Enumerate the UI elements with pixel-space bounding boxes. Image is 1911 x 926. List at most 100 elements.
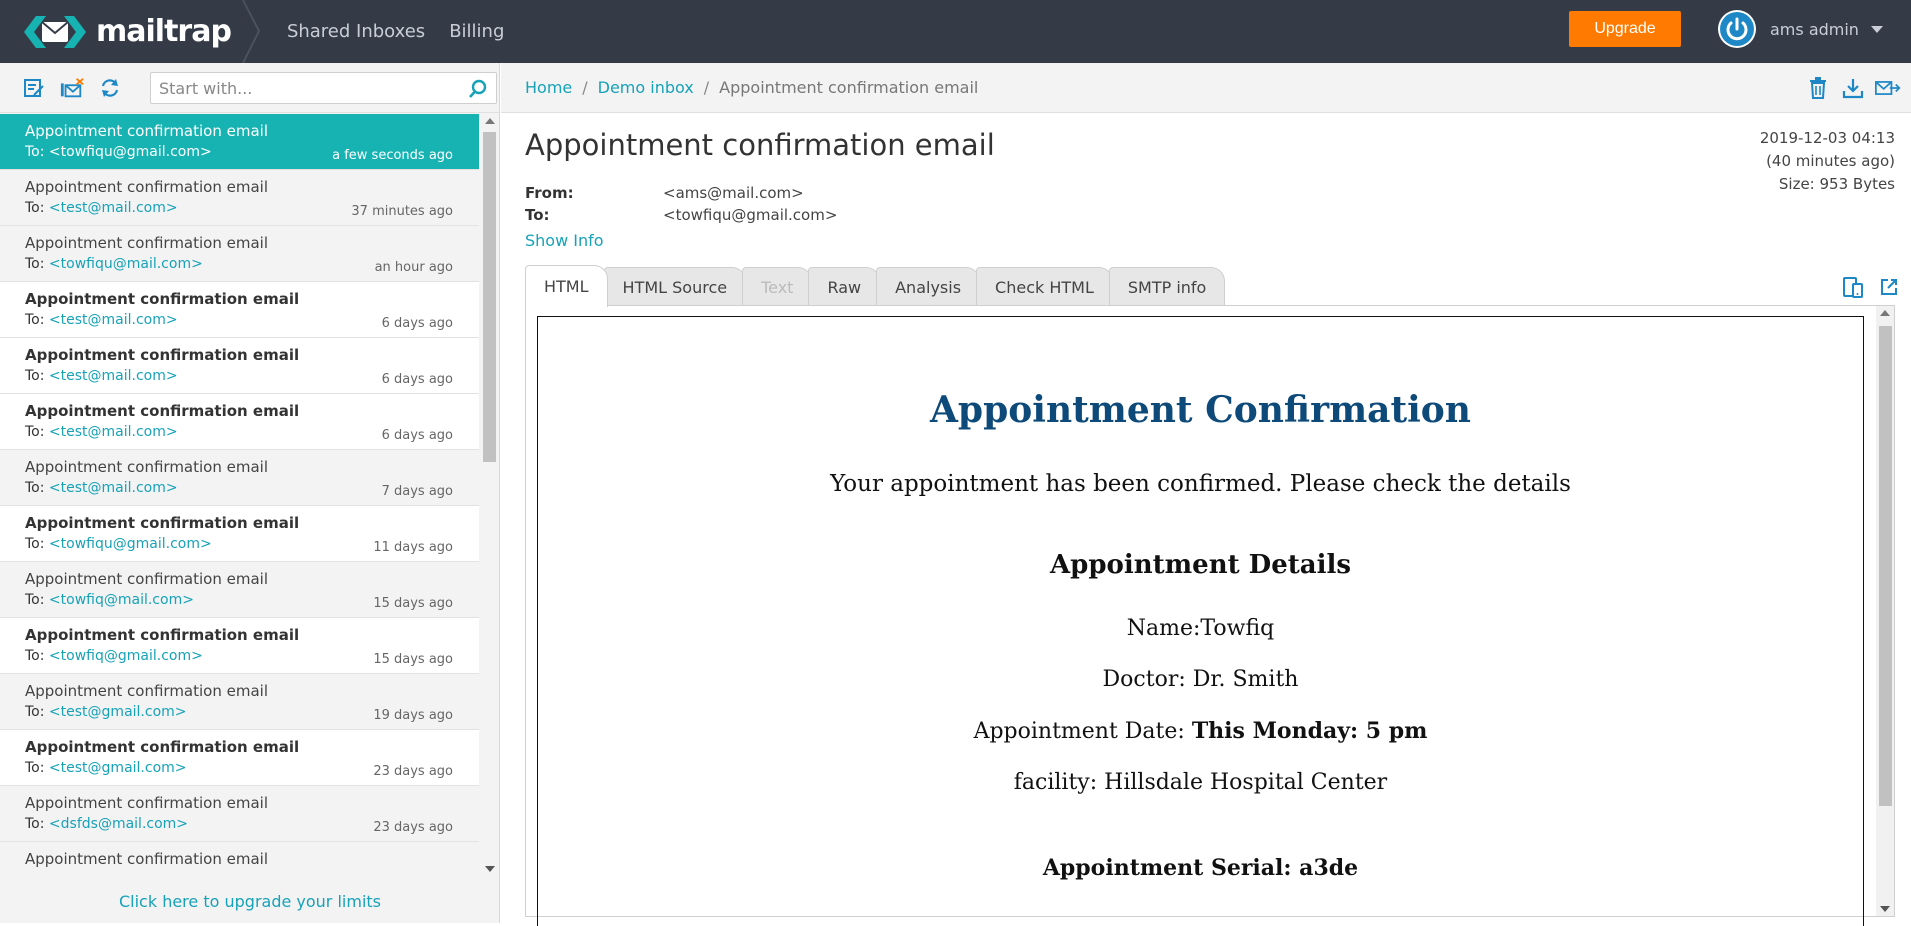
message-subject: Appointment confirmation email	[25, 402, 300, 420]
message-item[interactable]: Appointment confirmation email To: <test@…	[0, 450, 479, 506]
to-value: <towfiqu@gmail.com>	[663, 206, 838, 224]
edit-inbox-icon[interactable]	[22, 76, 46, 100]
user-menu[interactable]: ams admin	[1718, 10, 1883, 48]
preview-title: Appointment Confirmation	[930, 389, 1471, 431]
tab-raw[interactable]: Raw	[808, 267, 881, 307]
forward-icon[interactable]	[1875, 75, 1901, 101]
scrollbar-thumb[interactable]	[483, 132, 496, 462]
tab-smtp-info[interactable]: SMTP info	[1108, 267, 1226, 307]
nav-shared-inboxes[interactable]: Shared Inboxes	[287, 21, 425, 42]
search-input[interactable]	[151, 73, 451, 103]
message-item[interactable]: Appointment confirmation email To: <towfi…	[0, 562, 479, 618]
message-actions	[1796, 75, 1901, 101]
preview-intro: Your appointment has been confirmed. Ple…	[830, 471, 1571, 497]
search-icon[interactable]	[468, 79, 488, 103]
upgrade-button[interactable]: Upgrade	[1569, 11, 1681, 47]
message-to-address: <test@mail.com>	[48, 424, 178, 440]
html-preview: Appointment Confirmation Your appointmen…	[525, 305, 1895, 926]
upgrade-limits-link[interactable]: Click here to upgrade your limits	[0, 892, 500, 911]
message-item[interactable]: Appointment confirmation email To: <towfi…	[0, 226, 479, 282]
message-to-label: To:	[25, 200, 45, 216]
breadcrumb-home[interactable]: Home	[525, 78, 572, 97]
message-item[interactable]: Appointment confirmation email	[0, 842, 479, 876]
open-new-window-icon[interactable]	[1877, 275, 1901, 299]
message-item[interactable]: Appointment confirmation email To: <test@…	[0, 338, 479, 394]
show-info-link[interactable]: Show Info	[525, 231, 604, 250]
download-icon[interactable]	[1840, 75, 1866, 101]
message-item[interactable]: Appointment confirmation email To: <test@…	[0, 282, 479, 338]
message-item[interactable]: Appointment confirmation email To: <towfi…	[0, 114, 479, 170]
refresh-icon[interactable]	[98, 76, 122, 100]
breadcrumb-separator: /	[582, 78, 588, 97]
preview-doctor: Doctor: Dr. Smith	[1102, 667, 1299, 692]
message-to-address: <test@mail.com>	[48, 312, 178, 328]
preview-scrollbar[interactable]	[1876, 306, 1894, 916]
from-label: From:	[525, 184, 574, 202]
email-body: Appointment Confirmation Your appointmen…	[537, 316, 1864, 926]
message-subject: Appointment confirmation email	[25, 178, 268, 196]
message-subject: Appointment confirmation email	[25, 626, 300, 644]
message-to-label: To:	[25, 144, 45, 160]
clear-inbox-icon[interactable]	[60, 76, 84, 100]
message-to-label: To:	[25, 424, 45, 440]
breadcrumb-separator: /	[703, 78, 710, 97]
message-time: a few seconds ago	[332, 148, 453, 163]
message-list-scrollbar[interactable]	[481, 114, 498, 876]
message-to-label: To:	[25, 648, 45, 664]
message-subject: Appointment confirmation email	[25, 234, 268, 252]
message-subject: Appointment confirmation email	[25, 122, 268, 140]
top-bar: mailtrap Shared Inboxes Billing Upgrade …	[0, 0, 1911, 64]
chevron-down-icon	[1870, 25, 1883, 33]
message-subject: Appointment confirmation email	[25, 570, 268, 588]
logo-divider	[239, 0, 263, 64]
email-headers: From: <ams@mail.com> To: <towfiqu@gmail.…	[525, 182, 837, 226]
inbox-sidebar: Appointment confirmation email To: <towfi…	[0, 63, 500, 923]
preview-serial: Appointment Serial: a3de	[1042, 855, 1359, 881]
message-item[interactable]: Appointment confirmation email To: <towfi…	[0, 506, 479, 562]
message-subject: Appointment confirmation email	[25, 514, 300, 532]
message-subject: Appointment confirmation email	[25, 682, 268, 700]
message-item[interactable]: Appointment confirmation email To: <test@…	[0, 674, 479, 730]
preview-tools	[1829, 275, 1901, 299]
message-subject: Appointment confirmation email	[25, 458, 268, 476]
message-to-address: <test@mail.com>	[48, 368, 178, 384]
message-time: 15 days ago	[373, 596, 453, 611]
message-list: Appointment confirmation email To: <towfi…	[0, 114, 479, 876]
message-item[interactable]: Appointment confirmation email To: <test@…	[0, 730, 479, 786]
message-item[interactable]: Appointment confirmation email To: <test@…	[0, 170, 479, 226]
search-box	[150, 72, 497, 104]
message-to-address: <test@gmail.com>	[48, 760, 187, 776]
message-to-address: <towfiqu@mail.com>	[48, 256, 203, 272]
delete-icon[interactable]	[1805, 75, 1831, 101]
power-avatar-icon	[1718, 10, 1756, 48]
message-to-address: <towfiqu@gmail.com>	[48, 144, 212, 160]
nav-billing[interactable]: Billing	[449, 21, 504, 42]
tab-html-source[interactable]: HTML Source	[603, 267, 747, 307]
tab-html[interactable]: HTML	[525, 265, 608, 307]
message-item[interactable]: Appointment confirmation email To: <dsfds…	[0, 786, 479, 842]
preview-subtitle: Appointment Details	[1049, 550, 1352, 580]
scroll-up-arrow-icon[interactable]	[485, 118, 495, 124]
tab-analysis[interactable]: Analysis	[876, 267, 981, 307]
tab-check-html[interactable]: Check HTML	[976, 267, 1113, 307]
breadcrumb: Home / Demo inbox / Appointment confirma…	[501, 63, 1911, 113]
breadcrumb-inbox[interactable]: Demo inbox	[598, 78, 694, 97]
message-subject: Appointment confirmation email	[25, 794, 268, 812]
message-to-address: <test@mail.com>	[48, 200, 178, 216]
mobile-view-icon[interactable]	[1841, 275, 1865, 299]
message-item[interactable]: Appointment confirmation email To: <towfi…	[0, 618, 479, 674]
scroll-down-arrow-icon[interactable]	[1880, 906, 1890, 912]
preview-date: Appointment Date: This Monday: 5 pm	[538, 718, 1863, 744]
message-time: 37 minutes ago	[351, 204, 453, 219]
message-item[interactable]: Appointment confirmation email To: <test@…	[0, 394, 479, 450]
scrollbar-thumb[interactable]	[1879, 326, 1892, 806]
mailtrap-logo[interactable]: mailtrap	[22, 12, 232, 52]
preview-facility: facility: Hillsdale Hospital Center	[1013, 770, 1388, 795]
message-time: 11 days ago	[373, 540, 453, 555]
message-to-label: To:	[25, 368, 45, 384]
message-to-address: <towfiq@mail.com>	[48, 592, 194, 608]
scroll-down-arrow-icon[interactable]	[485, 866, 495, 872]
user-name: ams admin	[1770, 19, 1859, 39]
message-subject: Appointment confirmation email	[25, 850, 268, 868]
scroll-up-arrow-icon[interactable]	[1880, 310, 1890, 316]
